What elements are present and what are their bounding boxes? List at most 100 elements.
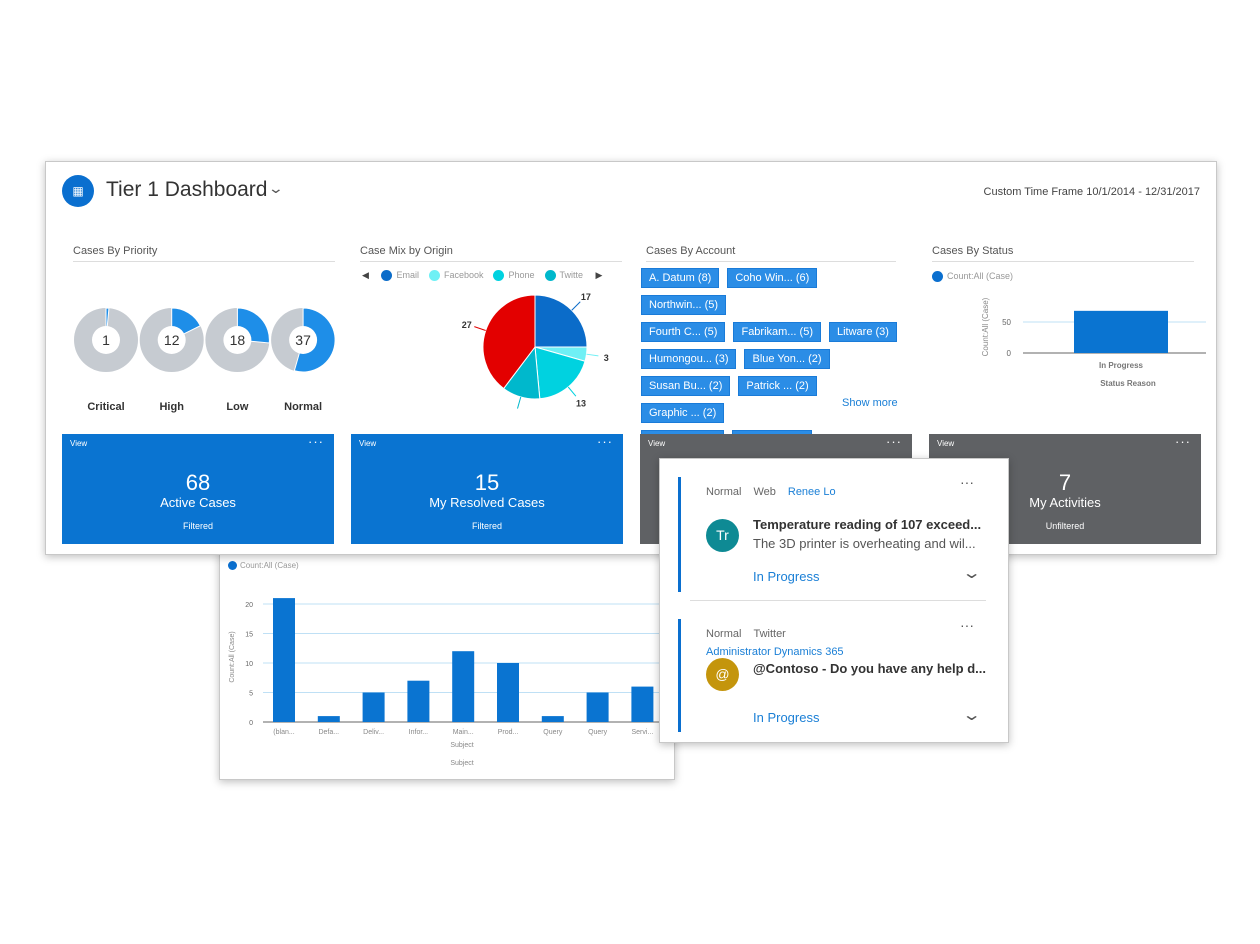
account-tag[interactable]: Patrick ... (2) [738, 376, 817, 396]
account-tag[interactable]: A. Datum (8) [641, 268, 720, 288]
legend-dot [544, 270, 556, 282]
bar [317, 716, 340, 722]
tile-count: 68 [185, 470, 211, 495]
x-axis-label-2: Subject [450, 760, 473, 767]
account-tag[interactable]: Blue Yon... (2) [744, 349, 830, 369]
more-options-icon[interactable]: ··· [308, 434, 324, 449]
legend-item[interactable]: Email [381, 270, 419, 282]
tile-label: Active Cases [160, 495, 236, 510]
donut-value: 37 [295, 332, 311, 348]
tile-filter: Filtered [182, 521, 213, 531]
activity-card[interactable]: Normal Web Renee Lo ··· Tr Temperature rea… [660, 459, 1008, 600]
y-tick: 0 [249, 720, 253, 727]
account-tag[interactable]: Susan Bu... (2) [641, 376, 731, 396]
avatar: Tr [706, 519, 739, 552]
bar [273, 598, 295, 722]
activity-card[interactable]: Normal Twitter Administrator Dynamics 365 … [660, 601, 1008, 742]
origin-pie[interactable]: 17313827 [386, 282, 616, 412]
more-options-icon[interactable]: ··· [597, 434, 613, 449]
x-tick: Defa... [318, 729, 339, 736]
chevron-down-icon[interactable]: ⌄ [962, 705, 982, 725]
origin: Web [753, 486, 776, 498]
account-tag[interactable]: Humongou... (3) [641, 349, 737, 369]
account-tag[interactable]: Coho Win... (6) [727, 268, 818, 288]
bar [631, 686, 654, 722]
card-meta: Normal Web Renee Lo [706, 482, 848, 500]
page-title: Tier 1 Dashboard [106, 178, 268, 201]
accent-bar [678, 619, 681, 732]
origin-title: Case Mix by Origin [360, 245, 622, 262]
legend-item[interactable]: Phone [493, 270, 535, 282]
account-tag[interactable]: Northwin... (5) [641, 295, 727, 315]
dashboard-panel: ▦ Tier 1 Dashboard ⌄ Custom Time Frame 1… [45, 161, 1217, 555]
more-options-icon[interactable]: ··· [960, 474, 974, 490]
account-tag[interactable]: Fourth C... (5) [641, 322, 726, 342]
y-tick: 20 [245, 602, 253, 609]
x-tick: Deliv... [363, 729, 384, 736]
legend-dot [381, 270, 393, 282]
legend-prev-icon[interactable]: ◀ [362, 270, 369, 280]
chevron-down-icon[interactable]: ⌄ [962, 563, 982, 583]
show-more-link[interactable]: Show more [842, 397, 898, 409]
donut-value: 18 [230, 332, 246, 348]
more-options-icon[interactable]: ··· [886, 434, 902, 449]
bar [541, 716, 564, 722]
donut-label: Critical [87, 401, 124, 413]
chevron-down-icon[interactable]: ⌄ [268, 180, 284, 197]
owner-link[interactable]: Renee Lo [788, 486, 836, 498]
status-title: Cases By Status [932, 245, 1194, 262]
view-label[interactable]: View [648, 439, 665, 448]
x-tick: (blan... [273, 729, 294, 736]
activity-stream: Normal Web Renee Lo ··· Tr Temperature rea… [659, 458, 1009, 743]
y-tick: 10 [245, 661, 253, 668]
status-label[interactable]: In Progress [753, 569, 819, 584]
pie-leader [474, 326, 486, 331]
status-chart[interactable]: 0 50 In Progress Status Reason Count:All (Ca… [926, 287, 1206, 392]
activity-title[interactable]: @Contoso - Do you have any help d... [753, 661, 986, 676]
subject-bar-chart[interactable]: 0 5 10 15 20 (blan... Defa... Deliv... Infor... M… [220, 551, 674, 779]
summary-tile[interactable]: View ··· 68 Active Cases Filtered [62, 434, 334, 544]
account-tag[interactable]: Litware (3) [828, 322, 897, 342]
account-tag[interactable]: Graphic ... (2) [641, 403, 725, 423]
y-axis-label: Count:All (Case) [981, 297, 990, 356]
x-axis-label: Status Reason [1100, 379, 1156, 388]
donut-label: Low [226, 401, 248, 413]
bar [407, 680, 430, 722]
legend-label: Email [396, 270, 419, 280]
legend-item[interactable]: Twitte [544, 270, 584, 282]
x-tick: Query [588, 729, 608, 736]
more-options-icon[interactable]: ··· [1175, 434, 1191, 449]
legend-next-icon[interactable]: ▶ [596, 270, 603, 280]
more-options-icon[interactable]: ··· [960, 617, 974, 633]
x-tick: Infor... [409, 729, 429, 736]
legend-label: Twitte [559, 270, 584, 280]
dashboard-icon: ▦ [62, 175, 94, 207]
view-label[interactable]: View [70, 439, 87, 448]
owner-link[interactable]: Administrator Dynamics 365 [706, 646, 844, 658]
pie-label: 27 [462, 320, 472, 330]
legend-item[interactable]: Facebook [428, 270, 483, 282]
y-tick: 50 [1002, 318, 1011, 327]
status-label[interactable]: In Progress [753, 710, 819, 725]
y-axis-label: Count:All (Case) [229, 631, 236, 682]
legend-label: Count:All (Case) [947, 271, 1014, 281]
donut-value: 1 [102, 332, 110, 348]
priority-title: Cases By Priority [73, 245, 335, 262]
legend-dot [428, 270, 440, 282]
accent-bar [678, 477, 681, 592]
x-tick: In Progress [1099, 361, 1144, 370]
avatar: @ [706, 658, 739, 691]
origin-legend: ◀ Email Facebook Phone Twitte ▶ [362, 270, 603, 282]
activity-title[interactable]: Temperature reading of 107 exceed... [753, 517, 981, 532]
card-meta: Normal Twitter Administrator Dynamics 365 [706, 624, 856, 660]
priority: Normal [706, 628, 742, 640]
x-tick: Prod... [498, 729, 519, 736]
tile-count: 15 [474, 470, 500, 495]
view-label[interactable]: View [359, 439, 376, 448]
accounts-title: Cases By Account [646, 245, 896, 262]
priority-donuts[interactable]: 1 Critical 12 High 18 Low 37 Normal [46, 292, 346, 422]
x-tick: Main... [453, 729, 474, 736]
account-tag[interactable]: Fabrikam... (5) [733, 322, 821, 342]
summary-tile[interactable]: View ··· 15 My Resolved Cases Filtered [351, 434, 623, 544]
view-label[interactable]: View [937, 439, 954, 448]
